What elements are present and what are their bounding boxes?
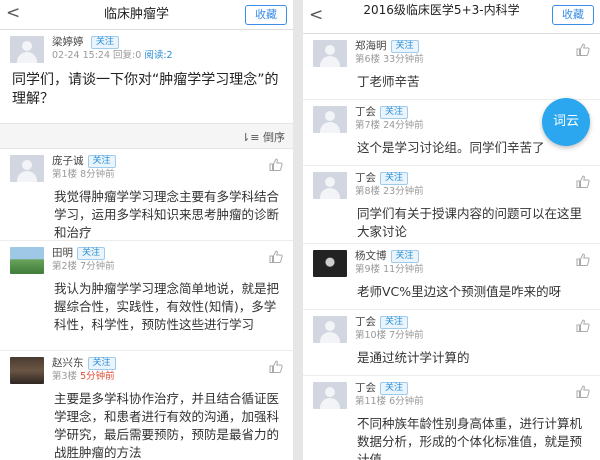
- follow-button[interactable]: 关注: [380, 172, 409, 185]
- page-title: 临床肿瘤学: [103, 7, 169, 22]
- commenter-name: 杨文博: [355, 250, 387, 262]
- page-title: 2016级临床医学5+3-内科学: [363, 3, 520, 17]
- avatar[interactable]: [313, 40, 347, 67]
- thumbs-up-icon[interactable]: [576, 253, 590, 266]
- follow-button[interactable]: 关注: [380, 316, 409, 329]
- follow-button[interactable]: 关注: [87, 155, 116, 168]
- commenter-name: 田明: [52, 247, 73, 259]
- avatar[interactable]: [10, 36, 44, 63]
- floor-number: 第8楼: [355, 186, 381, 197]
- header-bar: < 临床肿瘤学 收藏: [0, 0, 293, 30]
- thumbs-up-icon[interactable]: [576, 175, 590, 188]
- comment-item: 杨文博 关注 第9楼 11分钟前老师VC%里边这个预测值是咋来的呀: [303, 244, 600, 310]
- floor-number: 第7楼: [355, 120, 381, 131]
- floor-number: 第11楼: [355, 396, 387, 407]
- comment-text: 主要是多学科协作治疗，并且结合循证医学理念，和患者进行有效的沟通，加强科学研究，…: [54, 391, 280, 460]
- thumbs-up-icon[interactable]: [576, 43, 590, 56]
- reply-count: 回复:0: [113, 50, 142, 61]
- avatar[interactable]: [313, 172, 347, 199]
- comment-item: 丁会 关注 第10楼 7分钟前是通过统计学计算的: [303, 310, 600, 376]
- sort-icon[interactable]: ⇂≡ 倒序: [241, 129, 285, 145]
- comment-item: 田明 关注 第2楼 7分钟前我认为肿瘤学学习理念简单地说，就是把握综合性，实践性，有…: [0, 241, 293, 351]
- commenter-name: 庞子诚: [52, 155, 84, 167]
- word-cloud-button[interactable]: 词云: [542, 98, 590, 146]
- avatar[interactable]: [10, 247, 44, 274]
- follow-button[interactable]: 关注: [390, 250, 419, 263]
- commenter-name: 丁会: [355, 382, 376, 394]
- thumbs-up-icon[interactable]: [576, 319, 590, 332]
- comment-item: 丁会 关注 第11楼 6分钟前不同种族年龄性别身高体重，进行计算机数据分析，形成的个…: [303, 376, 600, 460]
- comment-time: 11分钟前: [383, 264, 424, 275]
- follow-button[interactable]: 关注: [90, 36, 119, 49]
- comment-text: 同学们有关于授课内容的问题可以在这里大家讨论: [357, 206, 583, 239]
- topic-post: 梁婷婷 关注 02-24 15:24 回复:0 阅读:2 同学们，请谈一下你对“…: [0, 30, 293, 123]
- sort-bar: ⇂≡ 倒序: [0, 123, 293, 149]
- comment-time: 7分钟前: [389, 330, 424, 341]
- author-name: 梁婷婷: [52, 36, 84, 48]
- thumbs-up-icon[interactable]: [269, 158, 283, 171]
- post-datetime: 02-24 15:24: [52, 50, 111, 61]
- follow-button[interactable]: 关注: [87, 357, 116, 370]
- commenter-name: 丁会: [355, 172, 376, 184]
- read-count: 阅读:2: [144, 50, 173, 61]
- comment-time: 7分钟前: [80, 261, 115, 272]
- floor-number: 第1楼: [52, 169, 78, 180]
- floor-number: 第3楼: [52, 371, 78, 382]
- comment-list: 庞子诚 关注 第1楼 8分钟前 我觉得肿瘤学学习理念主要有多学科结合学习，运用多学科知…: [0, 149, 293, 460]
- comment-time: 8分钟前: [80, 169, 115, 180]
- comment-time: 23分钟前: [383, 186, 424, 197]
- comment-text: 不同种族年龄性别身高体重，进行计算机数据分析，形成的个体化标准值，就是预计值: [357, 416, 583, 460]
- post-text: 同学们，请谈一下你对“肿瘤学学习理念”的理解？: [12, 72, 279, 107]
- commenter-name: 丁会: [355, 316, 376, 328]
- floor-number: 第2楼: [52, 261, 78, 272]
- comment-item: 郑海明 关注 第6楼 33分钟前丁老师辛苦: [303, 34, 600, 100]
- back-icon[interactable]: <: [6, 3, 20, 23]
- comment-item: 庞子诚 关注 第1楼 8分钟前我觉得肿瘤学学习理念主要有多学科结合学习，运用多学科知…: [0, 149, 293, 241]
- favorite-button[interactable]: 收藏: [245, 5, 287, 25]
- comment-text: 我认为肿瘤学学习理念简单地说，就是把握综合性，实践性，有效性(知情)，多学科性，…: [54, 281, 280, 332]
- follow-button[interactable]: 关注: [77, 247, 106, 260]
- comment-time: 6分钟前: [389, 396, 424, 407]
- avatar[interactable]: [313, 250, 347, 277]
- floor-number: 第9楼: [355, 264, 381, 275]
- thumbs-up-icon[interactable]: [576, 385, 590, 398]
- avatar[interactable]: [10, 357, 44, 384]
- right-screen: < 2016级临床医学5+3-内科学 收藏 郑海明 关注 第6楼 33分钟前 丁老师辛…: [303, 0, 600, 460]
- header-bar: < 2016级临床医学5+3-内科学 收藏: [303, 0, 600, 34]
- thumbs-up-icon[interactable]: [269, 360, 283, 373]
- comment-time: 5分钟前: [80, 371, 115, 382]
- thumbs-up-icon[interactable]: [269, 250, 283, 263]
- comment-item: 丁会 关注 第8楼 23分钟前同学们有关于授课内容的问题可以在这里大家讨论: [303, 166, 600, 244]
- comment-text: 我觉得肿瘤学学习理念主要有多学科结合学习，运用多学科知识来思考肿瘤的诊断和治疗: [54, 189, 280, 240]
- follow-button[interactable]: 关注: [380, 106, 409, 119]
- commenter-name: 赵兴东: [52, 357, 84, 369]
- back-icon[interactable]: <: [309, 5, 323, 25]
- comment-text: 是通过统计学计算的: [357, 350, 470, 365]
- avatar[interactable]: [313, 316, 347, 343]
- comment-time: 33分钟前: [383, 54, 424, 65]
- comment-item: 赵兴东 关注 第3楼 5分钟前主要是多学科协作治疗，并且结合循证医学理念，和患者进行…: [0, 351, 293, 460]
- commenter-name: 郑海明: [355, 40, 387, 52]
- left-screen: < 临床肿瘤学 收藏 梁婷婷 关注 02-24 15:24 回复:0 阅读:2 …: [0, 0, 293, 460]
- follow-button[interactable]: 关注: [390, 40, 419, 53]
- comment-time: 24分钟前: [383, 120, 424, 131]
- follow-button[interactable]: 关注: [380, 382, 409, 395]
- comment-list: 郑海明 关注 第6楼 33分钟前 丁老师辛苦 丁会 关注 第7楼 24分钟前 这个是学习讨论组…: [303, 34, 600, 460]
- comment-text: 丁老师辛苦: [357, 74, 420, 89]
- commenter-name: 丁会: [355, 106, 376, 118]
- avatar[interactable]: [313, 106, 347, 133]
- comment-text: 老师VC%里边这个预测值是咋来的呀: [357, 284, 562, 299]
- floor-number: 第6楼: [355, 54, 381, 65]
- avatar[interactable]: [313, 382, 347, 409]
- floor-number: 第10楼: [355, 330, 387, 341]
- avatar[interactable]: [10, 155, 44, 182]
- favorite-button[interactable]: 收藏: [552, 5, 594, 25]
